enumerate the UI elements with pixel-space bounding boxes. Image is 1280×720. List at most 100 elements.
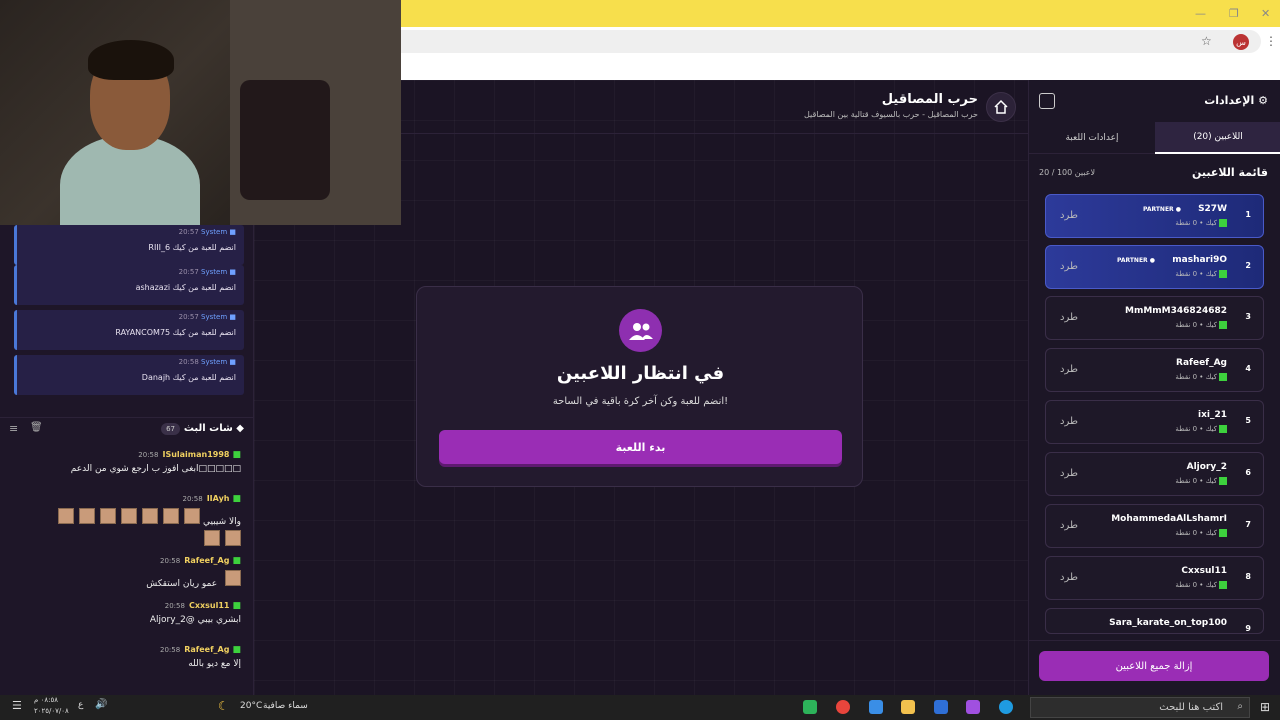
player-meta: كيك • 0 نقطة: [1175, 581, 1227, 589]
app-icon[interactable]: [803, 700, 817, 714]
emote-icon: [184, 508, 201, 524]
player-name: MohammedaAlLshamrI: [1111, 514, 1227, 524]
profile-avatar[interactable]: س: [1233, 34, 1249, 50]
chat-username[interactable]: Rafeef_Ag: [184, 645, 229, 654]
menu-dots-icon[interactable]: ⋮: [1265, 34, 1277, 48]
game-subtitle: حرب المصاقيل - حرب بالسيوف قتالية بين ال…: [803, 110, 978, 119]
kick-button[interactable]: طرد: [1060, 364, 1078, 375]
chat-username[interactable]: Cxxsul11: [189, 601, 230, 610]
copilot-icon[interactable]: [966, 700, 980, 714]
tab-players[interactable]: اللاعبين (20): [1155, 122, 1280, 154]
address-bar[interactable]: ☆: [401, 30, 1261, 53]
trash-icon[interactable]: 🗑: [30, 422, 43, 433]
profile-initial: س: [1236, 37, 1246, 47]
chat-username[interactable]: Rafeef_Ag: [184, 556, 229, 565]
clock-date[interactable]: ٢٠٢٥/٠٧/٠٨: [34, 707, 69, 715]
kick-button[interactable]: طرد: [1060, 261, 1078, 272]
chat-time: 20:58: [164, 602, 185, 610]
kick-button[interactable]: طرد: [1060, 520, 1078, 531]
mail-icon[interactable]: [934, 700, 948, 714]
gear-icon: ⚙: [1258, 94, 1268, 107]
chrome-icon[interactable]: [836, 700, 850, 714]
tab-game-settings[interactable]: إعدادات اللعبة: [1029, 122, 1155, 154]
filter-icon[interactable]: ≡: [9, 422, 18, 435]
kick-button[interactable]: طرد: [1060, 468, 1078, 479]
kick-platform-icon: [1219, 270, 1227, 278]
collapse-panel-icon[interactable]: [1039, 93, 1055, 109]
waiting-title: في انتظار اللاعبين: [556, 363, 725, 384]
restore-icon[interactable]: ❐: [1229, 7, 1239, 20]
player-meta: كيك • 0 نقطة: [1175, 270, 1227, 278]
player-meta: كيك • 0 نقطة: [1175, 477, 1227, 485]
windows-start-icon[interactable]: ⊞: [1260, 700, 1270, 714]
edge-icon[interactable]: [999, 700, 1013, 714]
player-row: 5 ixi_21 كيك • 0 نقطة طرد: [1045, 400, 1264, 444]
close-icon[interactable]: ✕: [1261, 7, 1270, 20]
chat-text: Aljory_2@ ابشري بيبي: [149, 615, 241, 625]
players-icon: [619, 309, 662, 352]
store-icon[interactable]: [869, 700, 883, 714]
player-meta-text: كيك • 0 نقطة: [1175, 477, 1217, 485]
chat-text: ابغى افوز ب ارجع شوي من الدعم□□□□□: [70, 464, 241, 474]
player-row: 9 Sara_karate_on_top100: [1045, 608, 1264, 634]
weather-temp: 20°C: [240, 701, 263, 711]
partner-badge: PARTNER ●: [1116, 257, 1155, 264]
player-name: S27W: [1198, 204, 1227, 214]
volume-icon[interactable]: 🔊: [95, 699, 107, 710]
chat-time: 20:58: [182, 495, 203, 503]
system-message-header: 20:57 System ■: [178, 228, 236, 236]
system-message: 20:57 System ■ RAYANCOM75 انضم للعبة من …: [14, 310, 244, 350]
taskbar-search[interactable]: اكتب هنا للبحث ⌕: [1030, 697, 1250, 718]
system-message-header: 20:57 System ■: [178, 313, 236, 321]
player-name: Sara_karate_on_top100: [1109, 618, 1227, 628]
game-title: حرب المصاقيل: [881, 92, 978, 107]
viewer-count-badge: 67: [161, 423, 180, 435]
bookmark-star-icon[interactable]: ☆: [1201, 34, 1212, 48]
player-meta-text: كيك • 0 نقطة: [1175, 219, 1217, 227]
message-time: 20:57: [178, 313, 199, 321]
message-text: RIII_6 انضم للعبة من كيك: [148, 243, 236, 252]
player-row: 3 MmMmM346824682 كيك • 0 نقطة طرد: [1045, 296, 1264, 340]
chat-username[interactable]: IIAyh: [207, 494, 230, 503]
file-explorer-icon[interactable]: [901, 700, 915, 714]
player-name: Cxxsul11: [1181, 566, 1227, 576]
players-list-title: قائمة اللاعبين: [1192, 166, 1268, 179]
player-rank: 3: [1245, 312, 1251, 321]
message-text: ashazazi انضم للعبة من كيك: [135, 283, 236, 292]
kick-button[interactable]: طرد: [1060, 416, 1078, 427]
player-rank: 5: [1245, 416, 1251, 425]
emote-icon: [163, 508, 180, 524]
kick-button[interactable]: طرد: [1060, 312, 1078, 323]
message-sender: System: [201, 358, 228, 366]
notification-icon[interactable]: ☰: [12, 699, 22, 712]
player-meta: كيك • 0 نقطة: [1175, 425, 1227, 433]
remove-all-players-button[interactable]: إزالة جميع اللاعبين: [1039, 651, 1269, 681]
chat-username[interactable]: ISulaiman1998: [162, 450, 229, 459]
kick-platform-icon: ■: [232, 450, 241, 460]
kick-platform-icon: ■: [232, 556, 241, 566]
kick-platform-icon: ■: [232, 645, 241, 655]
emote-icon: [58, 508, 75, 524]
settings-title-text: الإعدادات: [1204, 94, 1255, 107]
kick-platform-icon: [1219, 529, 1227, 537]
chat-time: 20:58: [138, 451, 159, 459]
chat-title: شات البث ◆: [184, 423, 244, 434]
minimize-icon[interactable]: —: [1195, 7, 1206, 20]
chat-message: 20:58 Rafeef_Ag ■ إلا مع ديو بالله: [160, 644, 241, 669]
kick-button[interactable]: طرد: [1060, 210, 1078, 221]
start-game-button[interactable]: بدء اللعبة: [439, 430, 842, 464]
message-sender: System: [201, 313, 228, 321]
player-meta-text: كيك • 0 نقطة: [1175, 581, 1217, 589]
home-button[interactable]: [986, 92, 1016, 122]
emote-icon: [121, 508, 138, 524]
search-placeholder: اكتب هنا للبحث: [1159, 702, 1223, 713]
kick-platform-icon: [1219, 373, 1227, 381]
player-meta: كيك • 0 نقطة: [1175, 321, 1227, 329]
player-rank: 8: [1245, 572, 1251, 581]
kick-platform-icon: ■: [232, 601, 241, 611]
player-meta-text: كيك • 0 نقطة: [1175, 373, 1217, 381]
player-meta: كيك • 0 نقطة: [1175, 219, 1227, 227]
kick-button[interactable]: طرد: [1060, 572, 1078, 583]
clock-time[interactable]: ٠٨:٥٨ م: [34, 696, 58, 704]
language-indicator[interactable]: ع: [78, 700, 83, 710]
